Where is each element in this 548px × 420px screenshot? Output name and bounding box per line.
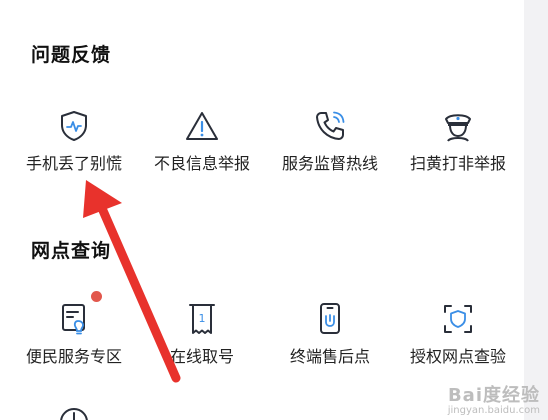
watermark-url: jingyan.baidu.com xyxy=(447,405,540,416)
annotation-arrow xyxy=(83,180,181,383)
watermark-logo: Bai度经验 xyxy=(447,385,540,406)
watermark: Bai度经验 jingyan.baidu.com xyxy=(448,381,540,416)
